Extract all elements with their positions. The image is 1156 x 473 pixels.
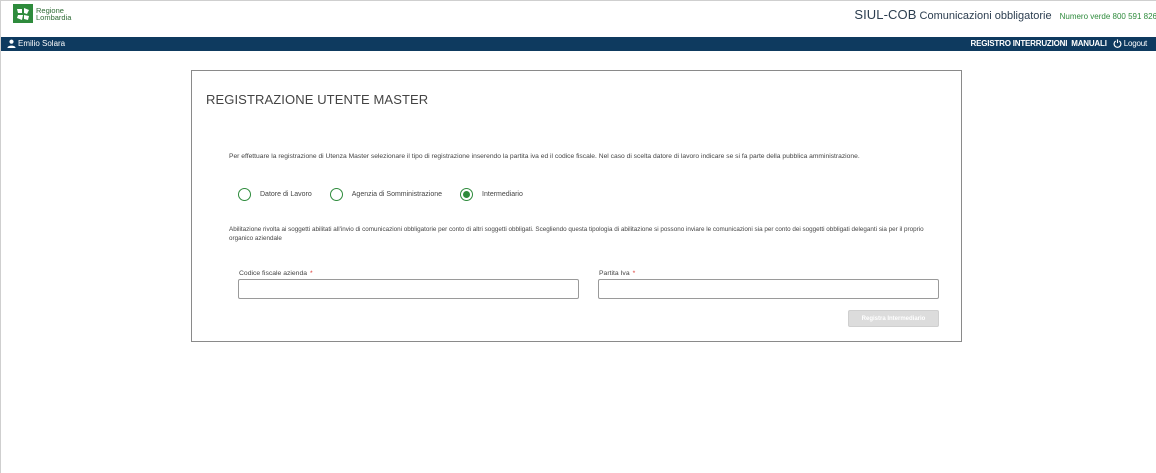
user-icon xyxy=(7,39,16,48)
user-name: Emilio Solara xyxy=(18,39,66,48)
regione-lombardia-logo-icon xyxy=(13,4,33,23)
nav-links: REGISTRO INTERRUZIONI MANUALI Logout xyxy=(967,39,1148,48)
radio-datore-di-lavoro[interactable]: Datore di Lavoro xyxy=(238,188,312,201)
radio-label: Agenzia di Somministrazione xyxy=(351,191,443,198)
partita-iva-field[interactable] xyxy=(598,279,939,300)
codice-fiscale-label: Codice fiscale azienda * xyxy=(239,270,313,277)
registration-type-radio-group: Datore di Lavoro Agenzia di Somministraz… xyxy=(238,188,541,201)
partita-iva-input[interactable] xyxy=(599,281,938,300)
top-header: Regione Lombardia SIUL-COB Comunicazioni… xyxy=(1,0,1156,26)
regione-lombardia-logo[interactable]: Regione Lombardia xyxy=(13,4,71,23)
app-brand: SIUL-COB Comunicazioni obbligatorie Nume… xyxy=(854,7,1156,22)
app-name: SIUL-COB xyxy=(854,7,917,22)
radio-selected-dot xyxy=(463,191,471,198)
registra-intermediario-button[interactable]: Registra Intermediario xyxy=(848,310,939,327)
phone-number: Numero verde 800 591 826 xyxy=(1059,12,1156,21)
radio-intermediario[interactable]: Intermediario xyxy=(460,188,523,201)
partita-iva-label-text: Partita Iva xyxy=(599,270,630,277)
navbar: Emilio Solara REGISTRO INTERRUZIONI MANU… xyxy=(1,37,1156,51)
codice-fiscale-field[interactable] xyxy=(238,279,579,300)
registration-card: REGISTRAZIONE UTENTE MASTER Per effettua… xyxy=(191,70,962,342)
radio-circle[interactable] xyxy=(329,188,343,201)
codice-fiscale-input[interactable] xyxy=(239,281,578,300)
required-mark: * xyxy=(310,270,313,277)
partita-iva-label: Partita Iva * xyxy=(599,270,635,277)
logo-line-2: Lombardia xyxy=(36,12,72,22)
codice-fiscale-label-text: Codice fiscale azienda xyxy=(239,270,308,277)
logout-link[interactable]: Logout xyxy=(1124,39,1147,48)
page-title: REGISTRAZIONE UTENTE MASTER xyxy=(206,92,429,107)
app-subtitle: Comunicazioni obbligatorie xyxy=(919,10,1052,22)
logo-text: Regione Lombardia xyxy=(36,6,72,22)
radio-circle-selected[interactable] xyxy=(460,188,474,201)
user-menu[interactable]: Emilio Solara xyxy=(7,39,65,48)
radio-agenzia-di-somministrazione[interactable]: Agenzia di Somministrazione xyxy=(329,188,443,201)
intro-text: Per effettuare la registrazione di Utenz… xyxy=(229,153,860,160)
registro-interruzioni-link[interactable]: REGISTRO INTERRUZIONI xyxy=(971,39,1068,48)
radio-label: Intermediario xyxy=(482,191,523,198)
power-icon xyxy=(1113,39,1122,48)
manuali-link[interactable]: MANUALI xyxy=(1071,39,1107,48)
radio-label: Datore di Lavoro xyxy=(260,191,312,198)
intermediario-description: Abilitazione rivolta ai soggetti abilita… xyxy=(229,226,924,242)
required-mark: * xyxy=(632,270,636,277)
radio-circle[interactable] xyxy=(238,188,251,201)
